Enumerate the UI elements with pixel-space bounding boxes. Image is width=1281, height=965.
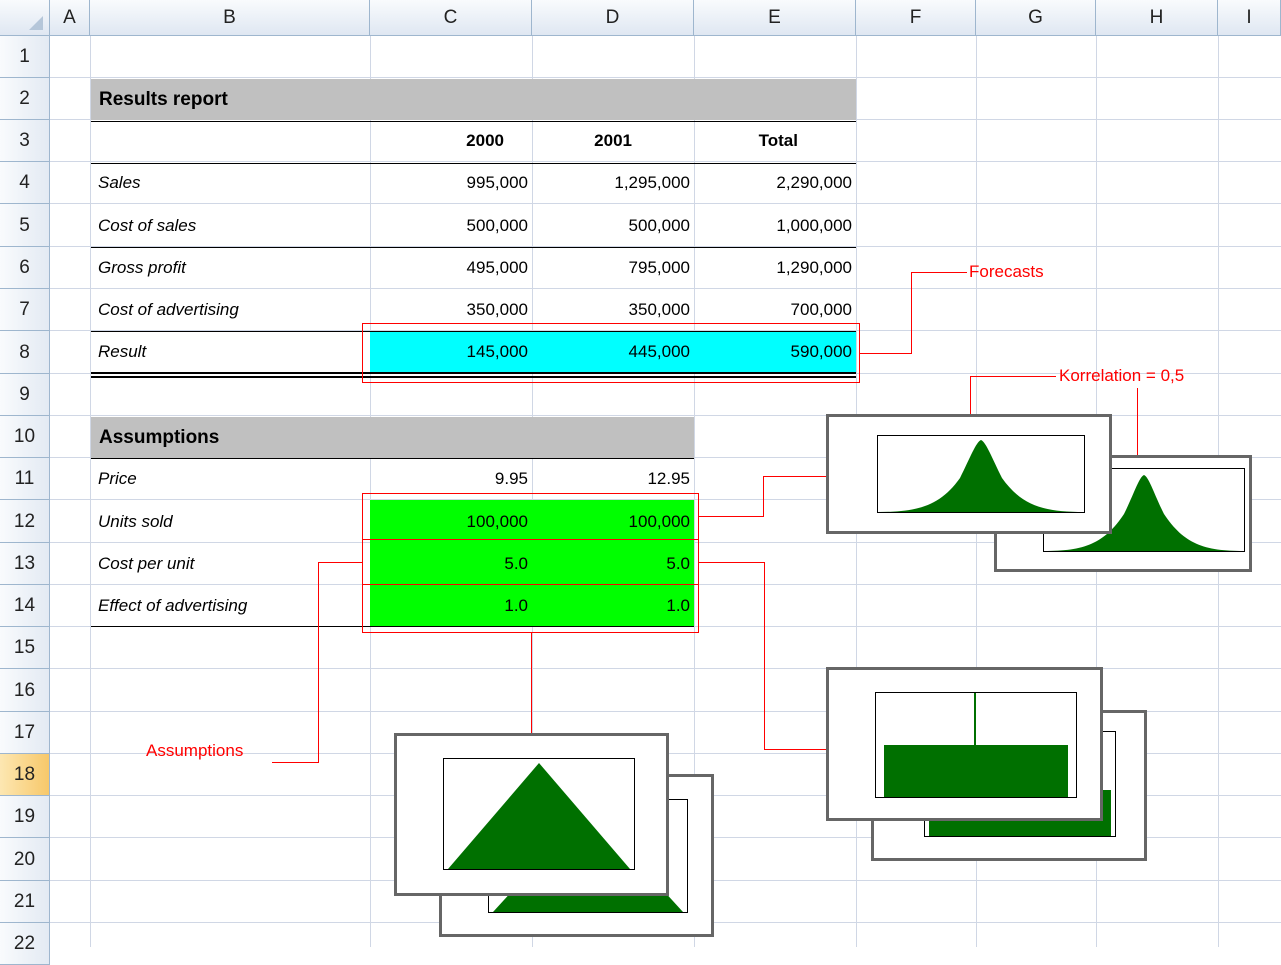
sales-total[interactable]: 2,290,000 (694, 162, 854, 204)
units-sold-2000-distribution-chart[interactable] (826, 414, 1112, 534)
label-result[interactable]: Result (98, 331, 146, 373)
column-header-c[interactable]: C (370, 0, 532, 36)
row-header-5[interactable]: 5 (0, 204, 50, 247)
advertising-2000-distribution-chart[interactable] (394, 733, 669, 896)
advertising-selection-box (362, 584, 699, 633)
results-header-total[interactable]: Total (694, 120, 854, 162)
row-header-3[interactable]: 3 (0, 120, 50, 162)
row-header-10[interactable]: 10 (0, 416, 50, 458)
label-gross-profit[interactable]: Gross profit (98, 247, 186, 289)
column-header-b[interactable]: B (90, 0, 370, 36)
gross-profit-2001[interactable]: 795,000 (532, 247, 692, 289)
forecast-selection-box (362, 323, 860, 383)
row-header-18[interactable]: 18 (0, 754, 50, 796)
label-sales[interactable]: Sales (98, 162, 141, 204)
gross-profit-2000[interactable]: 495,000 (370, 247, 530, 289)
row-header-11[interactable]: 11 (0, 458, 50, 500)
row-header-15[interactable]: 15 (0, 627, 50, 669)
row-header-16[interactable]: 16 (0, 669, 50, 712)
row-header-22[interactable]: 22 (0, 923, 50, 965)
label-units-sold[interactable]: Units sold (98, 500, 173, 543)
sales-2000[interactable]: 995,000 (370, 162, 530, 204)
results-header-2000[interactable]: 2000 (370, 120, 530, 162)
select-all-button[interactable] (0, 0, 50, 36)
units-sold-selection-box (362, 493, 699, 540)
row-header-1[interactable]: 1 (0, 36, 50, 78)
label-cost-of-sales[interactable]: Cost of sales (98, 204, 196, 247)
row-header-13[interactable]: 13 (0, 543, 50, 585)
label-effect-of-advertising[interactable]: Effect of advertising (98, 585, 247, 627)
triangle-graph (448, 763, 630, 869)
assumptions-annotation: Assumptions (146, 741, 244, 760)
cost-per-unit-selection-box (362, 539, 699, 585)
row-header-20[interactable]: 20 (0, 838, 50, 881)
label-cost-of-advertising[interactable]: Cost of advertising (98, 289, 239, 331)
assumptions-title: Assumptions (91, 417, 694, 458)
row-header-8[interactable]: 8 (0, 331, 50, 374)
column-header-e[interactable]: E (694, 0, 856, 36)
row-header-19[interactable]: 19 (0, 796, 50, 838)
spreadsheet-grid: A B C D E F G H I 1 2 3 4 5 6 7 8 9 10 1… (0, 0, 1281, 965)
column-header-d[interactable]: D (532, 0, 694, 36)
normal-curve-graph (878, 440, 1084, 512)
results-report-title: Results report (91, 79, 856, 120)
row-header-21[interactable]: 21 (0, 881, 50, 923)
label-cost-per-unit[interactable]: Cost per unit (98, 543, 194, 585)
row-header-7[interactable]: 7 (0, 289, 50, 331)
uniform-bars-graph (884, 693, 1068, 797)
row-header-2[interactable]: 2 (0, 78, 50, 120)
gross-profit-total[interactable]: 1,290,000 (694, 247, 854, 289)
cost-of-sales-2000[interactable]: 500,000 (370, 204, 530, 247)
cost-of-sales-2001[interactable]: 500,000 (532, 204, 692, 247)
forecasts-annotation: Forecasts (969, 262, 1044, 281)
label-price[interactable]: Price (98, 458, 137, 500)
column-header-a[interactable]: A (50, 0, 90, 36)
row-header-6[interactable]: 6 (0, 247, 50, 289)
row-header-9[interactable]: 9 (0, 374, 50, 416)
correlation-annotation: Korrelation = 0,5 (1059, 366, 1185, 385)
column-header-i[interactable]: I (1218, 0, 1281, 36)
results-header-2001[interactable]: 2001 (532, 120, 692, 162)
column-header-h[interactable]: H (1096, 0, 1218, 36)
row-header-14[interactable]: 14 (0, 585, 50, 627)
cost-of-sales-total[interactable]: 1,000,000 (694, 204, 854, 247)
cost-per-unit-2000-distribution-chart[interactable] (826, 667, 1103, 821)
column-header-g[interactable]: G (976, 0, 1096, 36)
row-header-12[interactable]: 12 (0, 500, 50, 543)
column-header-f[interactable]: F (856, 0, 976, 36)
sales-2001[interactable]: 1,295,000 (532, 162, 692, 204)
row-header-17[interactable]: 17 (0, 712, 50, 754)
row-header-4[interactable]: 4 (0, 162, 50, 204)
